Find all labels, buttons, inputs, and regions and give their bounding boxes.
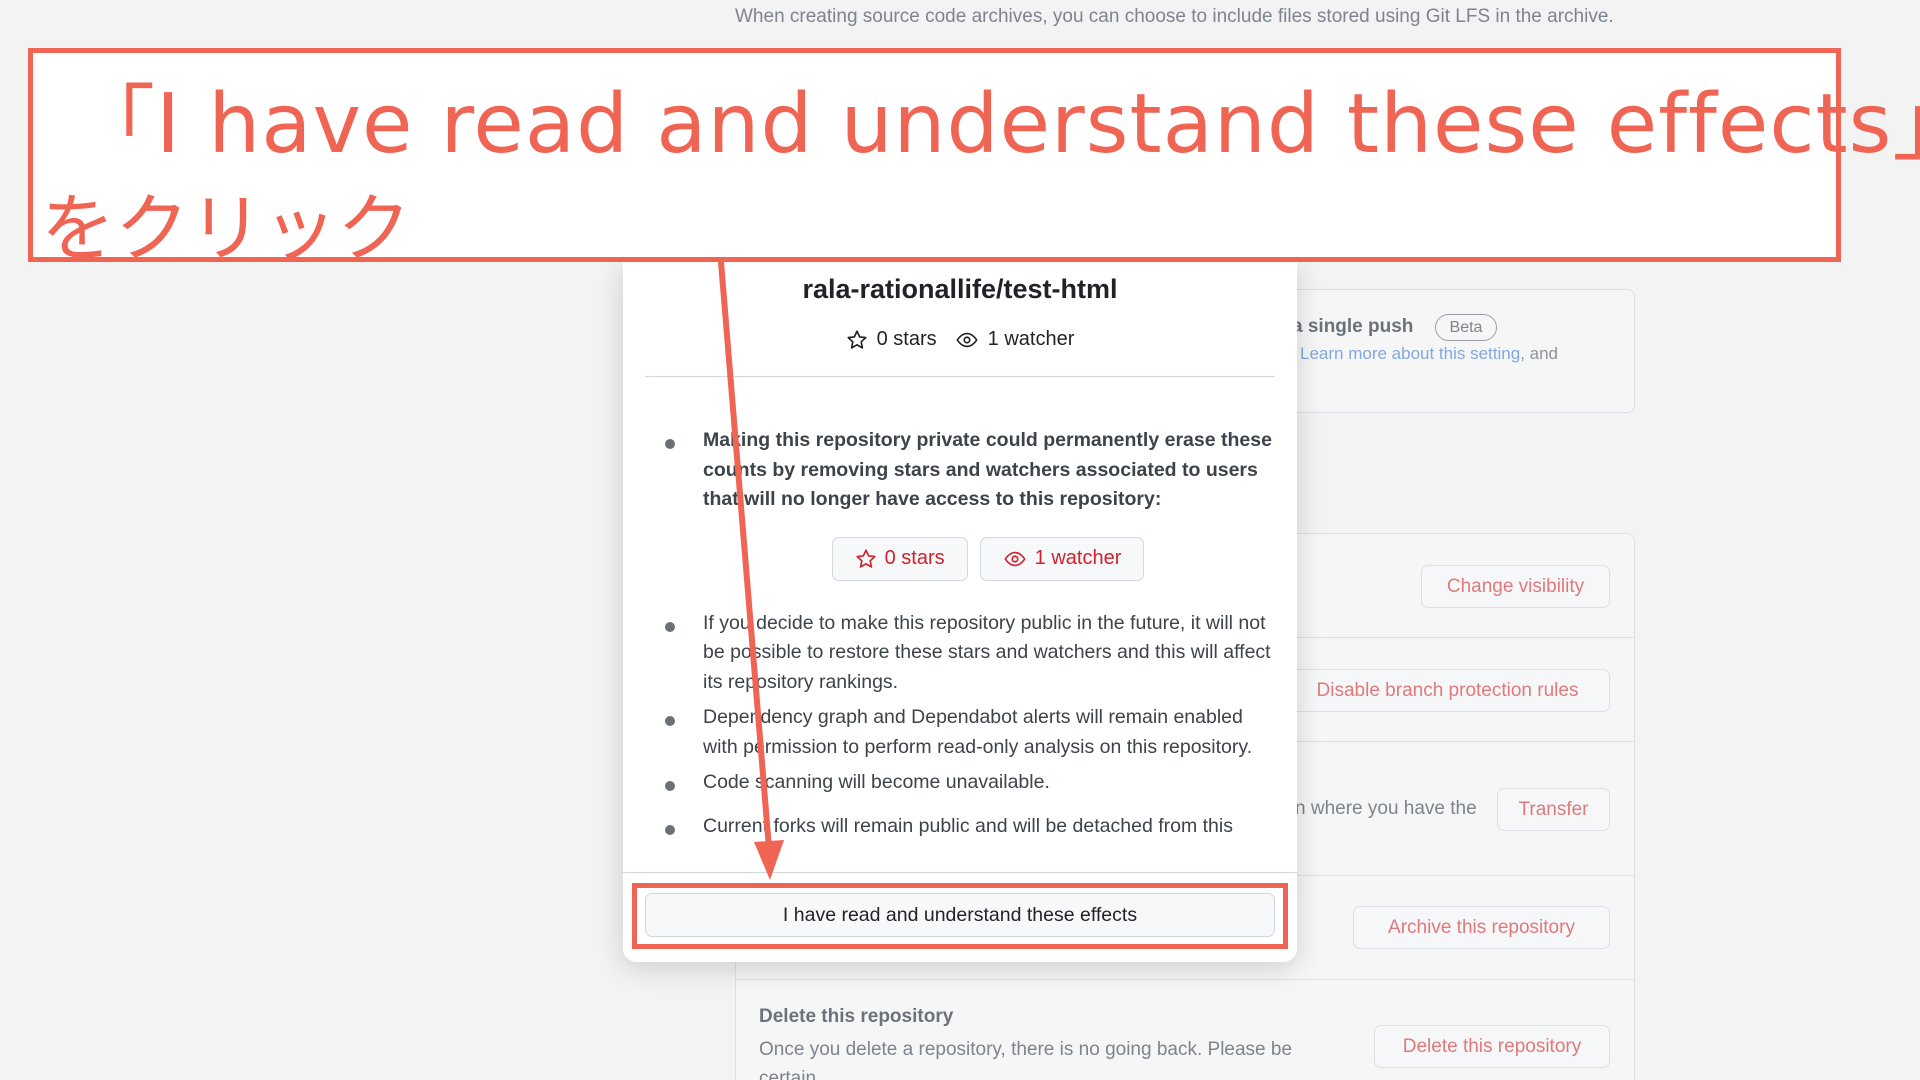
stars-pill-label: 0 stars xyxy=(884,547,945,569)
eye-icon xyxy=(955,329,979,351)
learn-more-link[interactable]: Learn more about this setting xyxy=(1300,344,1520,363)
instruction-callout: 「I have read and understand these effect… xyxy=(28,48,1920,272)
disable-branch-protection-button[interactable]: Disable branch protection rules xyxy=(1285,669,1610,712)
transfer-description: n where you have the xyxy=(1295,798,1477,819)
change-visibility-button[interactable]: Change visibility xyxy=(1421,565,1610,608)
instruction-line-2: をクリック xyxy=(41,186,411,272)
watchers-count: 1 watcher xyxy=(955,328,1075,351)
effect-item: If you decide to make this repository pu… xyxy=(663,609,1273,698)
watchers-count-label: 1 watcher xyxy=(987,328,1075,350)
eye-icon xyxy=(1003,548,1027,570)
watchers-pill-label: 1 watcher xyxy=(1034,547,1122,569)
star-icon xyxy=(855,548,877,570)
effect-item: Dependency graph and Dependabot alerts w… xyxy=(663,703,1273,762)
delete-repository-button[interactable]: Delete this repository xyxy=(1374,1025,1610,1068)
stars-count: 0 stars xyxy=(846,328,937,351)
stars-count-label: 0 stars xyxy=(876,328,937,350)
change-visibility-dialog: rala-rationallife/test-html 0 stars 1 wa… xyxy=(623,262,1297,962)
dialog-divider xyxy=(645,376,1275,377)
git-lfs-archive-description: When creating source code archives, you … xyxy=(735,6,1614,27)
push-limit-description: Learn more about this setting, and xyxy=(1300,344,1558,364)
effect-item: Making this repository private could per… xyxy=(663,426,1273,515)
delete-repository-title: Delete this repository xyxy=(759,1006,954,1027)
archive-repository-button[interactable]: Archive this repository xyxy=(1353,906,1610,949)
repository-counts: 0 stars 1 watcher xyxy=(623,328,1297,351)
beta-badge: Beta xyxy=(1435,314,1497,341)
repository-name: rala-rationallife/test-html xyxy=(802,274,1118,304)
danger-row-divider xyxy=(735,979,1635,980)
watchers-pill: 1 watcher xyxy=(979,536,1145,581)
effect-item: Current forks will remain public and wil… xyxy=(663,812,1273,842)
affected-counts: 0 stars 1 watcher xyxy=(663,536,1273,581)
push-limit-title: a single push xyxy=(1292,316,1414,337)
effects-list: Making this repository private could per… xyxy=(663,426,1273,847)
delete-repository-description: Once you delete a repository, there is n… xyxy=(759,1039,1293,1080)
button-highlight-box xyxy=(632,883,1288,949)
push-desc-suffix: , and xyxy=(1520,344,1558,363)
star-icon xyxy=(846,329,868,351)
effect-item: Code scanning will become unavailable. xyxy=(663,768,1273,798)
stars-pill: 0 stars xyxy=(831,536,968,581)
transfer-button[interactable]: Transfer xyxy=(1497,788,1610,831)
instruction-line-1: 「I have read and understand these effect… xyxy=(73,77,1920,172)
